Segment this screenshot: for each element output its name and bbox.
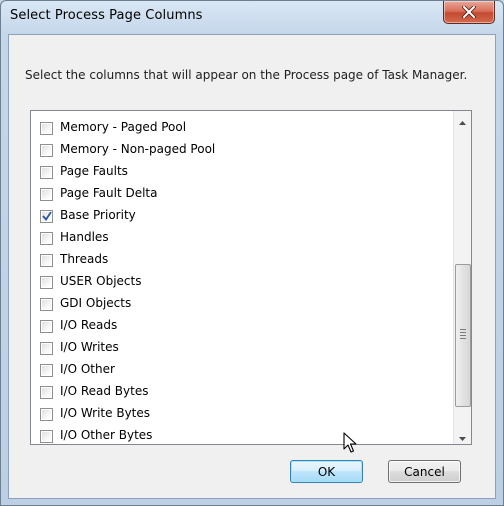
checkbox[interactable] [40,122,53,135]
list-item[interactable]: Handles [31,227,451,249]
list-item[interactable]: Page Faults [31,161,451,183]
instruction-text: Select the columns that will appear on t… [25,68,468,82]
list-item-label: USER Objects [60,274,142,288]
list-item[interactable]: Base Priority [31,205,451,227]
list-item-label: Threads [60,252,109,266]
ok-button[interactable]: OK [290,460,363,483]
checkbox[interactable] [40,320,53,333]
checkbox[interactable] [40,232,53,245]
checkbox-checked[interactable] [40,210,53,223]
checkbox[interactable] [40,254,53,267]
list-item[interactable]: Threads [31,249,451,271]
list-item-label: Page Fault Delta [60,186,158,200]
checkbox[interactable] [40,166,53,179]
list-item-label: Page Faults [60,164,128,178]
list-item-label: GDI Objects [60,296,132,310]
list-item-label: I/O Writes [60,340,119,354]
list-item[interactable]: GDI Objects [31,293,451,315]
list-item[interactable]: I/O Other Bytes [31,425,451,444]
list-item[interactable]: I/O Write Bytes [31,403,451,425]
list-item[interactable]: I/O Read Bytes [31,381,451,403]
checkbox[interactable] [40,276,53,289]
checkbox[interactable] [40,430,53,443]
checkbox[interactable] [40,188,53,201]
checkmark-icon [42,211,52,221]
window-title: Select Process Page Columns [10,8,203,23]
checkbox[interactable] [40,386,53,399]
scroll-down-button[interactable] [454,427,471,444]
title-bar[interactable]: Select Process Page Columns [1,1,503,33]
list-item[interactable]: Memory - Paged Pool [31,117,451,139]
checkbox[interactable] [40,342,53,355]
list-item[interactable]: I/O Other [31,359,451,381]
list-item-label: Memory - Non-paged Pool [60,142,216,156]
checkbox[interactable] [40,364,53,377]
list-item-label: Memory - Paged Pool [60,120,187,134]
close-icon [462,6,476,18]
columns-listbox[interactable]: Memory - Paged Pool Memory - Non-paged Po… [30,110,472,445]
list-item[interactable]: Page Fault Delta [31,183,451,205]
list-item-label: I/O Read Bytes [60,384,149,398]
chevron-down-icon [459,426,466,444]
checkbox[interactable] [40,298,53,311]
cancel-button[interactable]: Cancel [388,460,461,483]
grip-icon [460,329,466,341]
list-item[interactable]: I/O Writes [31,337,451,359]
list-item[interactable]: I/O Reads [31,315,451,337]
scroll-thumb[interactable] [455,264,471,407]
scroll-up-button[interactable] [454,111,471,128]
list-item[interactable]: USER Objects [31,271,451,293]
chevron-up-icon [459,111,466,129]
columns-list: Memory - Paged Pool Memory - Non-paged Po… [31,117,451,444]
list-item-label: Handles [60,230,109,244]
list-item-label: I/O Write Bytes [60,406,151,420]
dialog-body: Select the columns that will appear on t… [8,34,496,499]
list-item-label: I/O Other [60,362,115,376]
list-item-label: Base Priority [60,208,136,222]
list-item-label: I/O Reads [60,318,118,332]
dialog-window: Select Process Page Columns Select the c… [0,0,504,506]
close-button[interactable] [443,1,495,24]
checkbox[interactable] [40,408,53,421]
list-item-label: I/O Other Bytes [60,428,153,442]
list-item[interactable]: Memory - Non-paged Pool [31,139,451,161]
vertical-scrollbar[interactable] [453,111,471,444]
checkbox[interactable] [40,144,53,157]
